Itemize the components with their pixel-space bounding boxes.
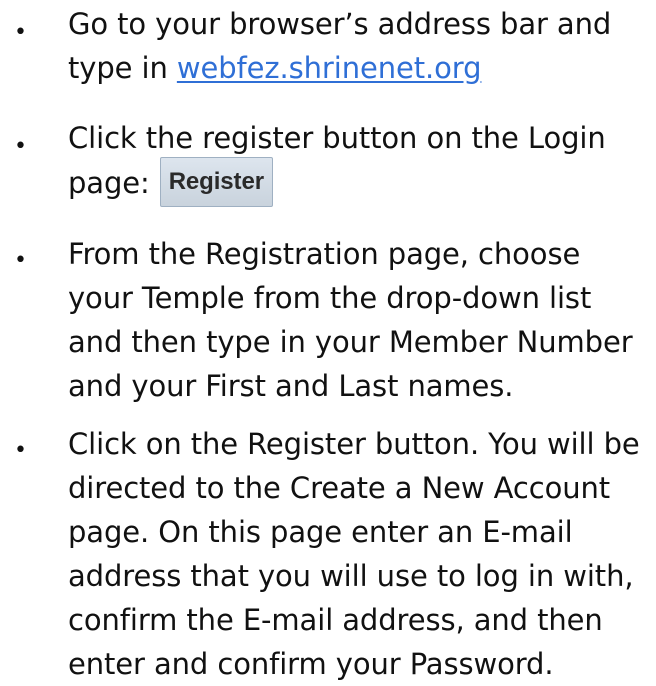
bullet-icon: • [14, 20, 27, 45]
step-2-prefix: page: [68, 166, 150, 200]
step-4-line-3: page. On this page enter an E-mail [68, 515, 573, 549]
step-3-line-4: and your First and Last names. [68, 369, 514, 403]
step-1-text: Go to your browser’s address bar and typ… [68, 2, 653, 90]
bullet-icon: • [14, 248, 27, 273]
webfez-link[interactable]: webfez.shrinenet.org [177, 51, 482, 85]
step-2-line-2: page: Register [68, 157, 653, 210]
step-4-line-6: enter and confirm your Password. [68, 647, 554, 681]
step-2-text: Click the register button on the Login p… [68, 116, 653, 210]
step-4-line-5: confirm the E-mail address, and then [68, 603, 603, 637]
step-1-prefix: type in [68, 51, 177, 85]
step-4-line-1: Click on the Register button. You will b… [68, 427, 640, 461]
step-4-line-2: directed to the Create a New Account [68, 471, 611, 505]
register-button[interactable]: Register [159, 157, 273, 207]
step-3-line-3: and then type in your Member Number [68, 325, 633, 359]
step-4-text: Click on the Register button. You will b… [68, 422, 653, 686]
step-3-line-2: your Temple from the drop-down list [68, 281, 592, 315]
step-2-line-1: Click the register button on the Login [68, 121, 606, 155]
step-4-line-4: address that you will use to log in with… [68, 559, 634, 593]
step-1-line-1: Go to your browser’s address bar and [68, 7, 612, 41]
bullet-icon: • [14, 438, 27, 463]
step-3-line-1: From the Registration page, choose [68, 237, 581, 271]
step-3-text: From the Registration page, choose your … [68, 232, 653, 408]
step-1-line-2: type in webfez.shrinenet.org [68, 46, 653, 90]
bullet-icon: • [14, 134, 27, 159]
